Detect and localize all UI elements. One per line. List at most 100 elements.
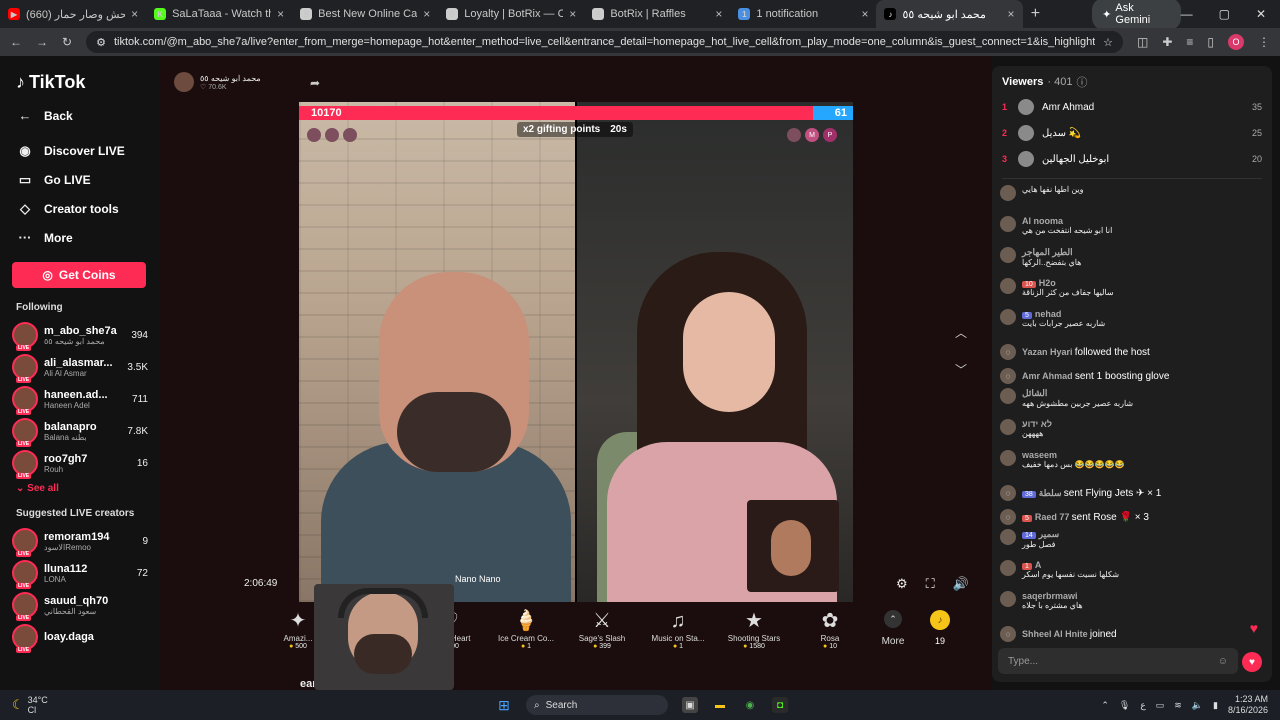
close-icon[interactable]: × — [715, 7, 722, 21]
minimize-icon[interactable]: — — [1181, 7, 1193, 21]
more-gifts-button[interactable]: ⌃ More — [868, 602, 918, 647]
address-bar[interactable]: ⚙ tiktok.com/@m_abo_she7a/live?enter_fro… — [86, 31, 1123, 53]
chat-username[interactable]: الشائل — [1022, 388, 1047, 398]
app-icon[interactable]: ◘ — [772, 697, 788, 713]
close-icon[interactable]: × — [1008, 7, 1015, 21]
stream-video[interactable]: Nano Nano M P 10170 61 x2 gifting points… — [299, 102, 853, 602]
fullscreen-icon[interactable]: ⛶ — [926, 576, 935, 592]
extension-icon[interactable]: ◫ — [1137, 35, 1148, 49]
chat-input[interactable]: Type... ☺ — [998, 648, 1238, 674]
new-tab-icon[interactable]: + — [1023, 5, 1049, 23]
emoji-icon[interactable]: ☺ — [1218, 656, 1228, 667]
following-item[interactable]: LIVE m_abo_she7a محمد ابو شيحه ٥٥ 394 — [12, 319, 148, 351]
taskbar-search[interactable]: ⌕ Search — [526, 695, 668, 715]
info-icon[interactable]: ⓘ — [1076, 74, 1087, 90]
close-icon[interactable]: × — [569, 7, 576, 21]
chat-username[interactable]: saqerbrmawi — [1022, 591, 1078, 601]
chat-username[interactable]: الطير المهاجر — [1022, 247, 1073, 257]
following-item[interactable]: LIVE roo7gh7 Rouh 16 — [12, 447, 148, 479]
chat-username[interactable]: Yazan Hyari — [1022, 347, 1073, 357]
forward-nav-icon[interactable]: → — [36, 35, 48, 49]
maximize-icon[interactable]: ▢ — [1219, 7, 1230, 21]
chat-username[interactable]: Amr Ahmad — [1022, 371, 1073, 381]
file-explorer-icon[interactable]: ▬ — [712, 697, 728, 713]
chat-avatar[interactable] — [1000, 185, 1016, 201]
browser-tab[interactable]: ▶ (660) كبر الجحش وصار حمار × — [0, 0, 146, 28]
chat-avatar[interactable] — [1000, 309, 1016, 325]
close-icon[interactable]: × — [277, 7, 284, 21]
top-viewer[interactable]: 2 سديل 💫 25 — [992, 120, 1272, 146]
windows-start-icon[interactable]: ⊞ — [496, 697, 512, 713]
microphone-icon[interactable]: 🎙 — [1119, 700, 1130, 711]
gifter-avatar[interactable] — [307, 128, 321, 142]
weather-widget[interactable]: ☾ 34°C Cl — [0, 695, 200, 715]
get-coins-button[interactable]: ◎ Get Coins — [12, 262, 146, 288]
browser-tab[interactable]: B BotRix | Raffles × — [584, 0, 730, 28]
suggested-item[interactable]: LIVE remoram194 الاسودRemoo 9 — [12, 525, 148, 557]
gifter-avatar[interactable] — [787, 128, 801, 142]
gifter-avatar[interactable] — [343, 128, 357, 142]
pip-guest-video[interactable] — [747, 500, 839, 592]
chat-avatar[interactable] — [1000, 388, 1016, 404]
suggested-item[interactable]: LIVE loay.daga — [12, 621, 148, 653]
task-view-icon[interactable]: ▣ — [682, 697, 698, 713]
settings-icon[interactable]: ⚙ — [896, 576, 908, 592]
chat-avatar[interactable] — [1000, 560, 1016, 576]
top-viewer[interactable]: 3 ابوخليل الجهالين 20 — [992, 146, 1272, 172]
chat-avatar[interactable] — [1000, 216, 1016, 232]
following-item[interactable]: LIVE ali_alasmar... Ali Al Asmar 3.5K — [12, 351, 148, 383]
chrome-icon[interactable]: ◉ — [742, 697, 758, 713]
chat-username[interactable]: nehad — [1035, 309, 1062, 319]
like-heart-button[interactable]: ♥ — [1242, 652, 1262, 672]
clock[interactable]: 1:23 AM 8/16/2026 — [1228, 694, 1268, 716]
chat-avatar[interactable] — [1000, 591, 1016, 607]
gift-item[interactable]: ♫ Music on Sta... ● 1 — [640, 602, 716, 650]
gift-item[interactable]: ★ Shooting Stars ● 1580 — [716, 602, 792, 650]
chat-username[interactable]: waseem — [1022, 450, 1057, 460]
host-info[interactable]: محمد ابو شيحه ٥٥ ♡ 70.6K — [174, 72, 261, 92]
chevron-up-icon[interactable]: ︿ — [955, 324, 967, 341]
close-icon[interactable]: × — [131, 7, 138, 21]
chat-username[interactable]: سمير — [1039, 529, 1059, 539]
close-icon[interactable]: × — [423, 7, 430, 21]
media-control-icon[interactable]: ≡ — [1186, 35, 1193, 49]
chat-avatar[interactable] — [1000, 419, 1016, 435]
speaker-icon[interactable]: 🔈 — [1192, 700, 1203, 711]
nav-creator-tools[interactable]: ◇ Creator tools — [16, 194, 148, 223]
browser-tab[interactable]: 1 1 notification × — [730, 0, 876, 28]
chat-username[interactable]: سلطة — [1039, 488, 1062, 498]
back-nav-icon[interactable]: ← — [10, 35, 22, 49]
chat-username[interactable]: Shheel Al Hnite — [1022, 629, 1088, 639]
gifter-avatar[interactable] — [325, 128, 339, 142]
browser-tab[interactable]: S Best New Online Casino × — [292, 0, 438, 28]
chat-avatar[interactable] — [1000, 247, 1016, 263]
following-item[interactable]: LIVE haneen.ad... Haneen Adel 711 — [12, 383, 148, 415]
nav-go-live[interactable]: ▭ Go LIVE — [16, 165, 148, 194]
chat-avatar[interactable] — [1000, 450, 1016, 466]
gifter-avatar[interactable]: M — [805, 128, 819, 142]
bookmark-star-icon[interactable]: ☆ — [1103, 36, 1113, 49]
site-info-icon[interactable]: ⚙ — [96, 36, 106, 49]
following-item[interactable]: LIVE balanapro Balana بطنه 7.8K — [12, 415, 148, 447]
browser-tab[interactable]: K SaLaTaaa - Watch the VOD × — [146, 0, 292, 28]
coin-balance[interactable]: ♪ 19 — [918, 602, 962, 646]
chevron-up-icon[interactable]: ⌃ — [1101, 700, 1109, 711]
chat-username[interactable]: Raed 77 — [1035, 512, 1070, 522]
language-indicator[interactable]: ع — [1140, 700, 1145, 711]
top-viewer[interactable]: 1 Amr Ahmad 35 — [992, 94, 1272, 120]
browser-tab[interactable]: ♪ محمد ابو شيحه ٥٥ × — [876, 0, 1023, 28]
wifi-icon[interactable]: ≋ — [1174, 700, 1182, 711]
chat-username[interactable]: לא ידוע — [1022, 419, 1052, 429]
gift-item[interactable]: ⚔ Sage's Slash ● 399 — [564, 602, 640, 650]
volume-icon[interactable]: 🔊 — [953, 576, 969, 592]
gifter-avatar[interactable]: P — [823, 128, 837, 142]
close-window-icon[interactable]: ✕ — [1256, 7, 1266, 21]
battery-icon[interactable]: ▮ — [1213, 700, 1218, 711]
nav-more[interactable]: ··· More — [16, 223, 148, 252]
profile-avatar[interactable]: O — [1228, 34, 1244, 50]
chat-username[interactable]: A — [1035, 560, 1042, 570]
chevron-down-icon[interactable]: ﹀ — [955, 361, 967, 378]
share-icon[interactable]: ➦ — [310, 76, 320, 90]
browser-menu-icon[interactable]: ⋮ — [1258, 35, 1270, 49]
reload-icon[interactable]: ↻ — [62, 35, 72, 49]
